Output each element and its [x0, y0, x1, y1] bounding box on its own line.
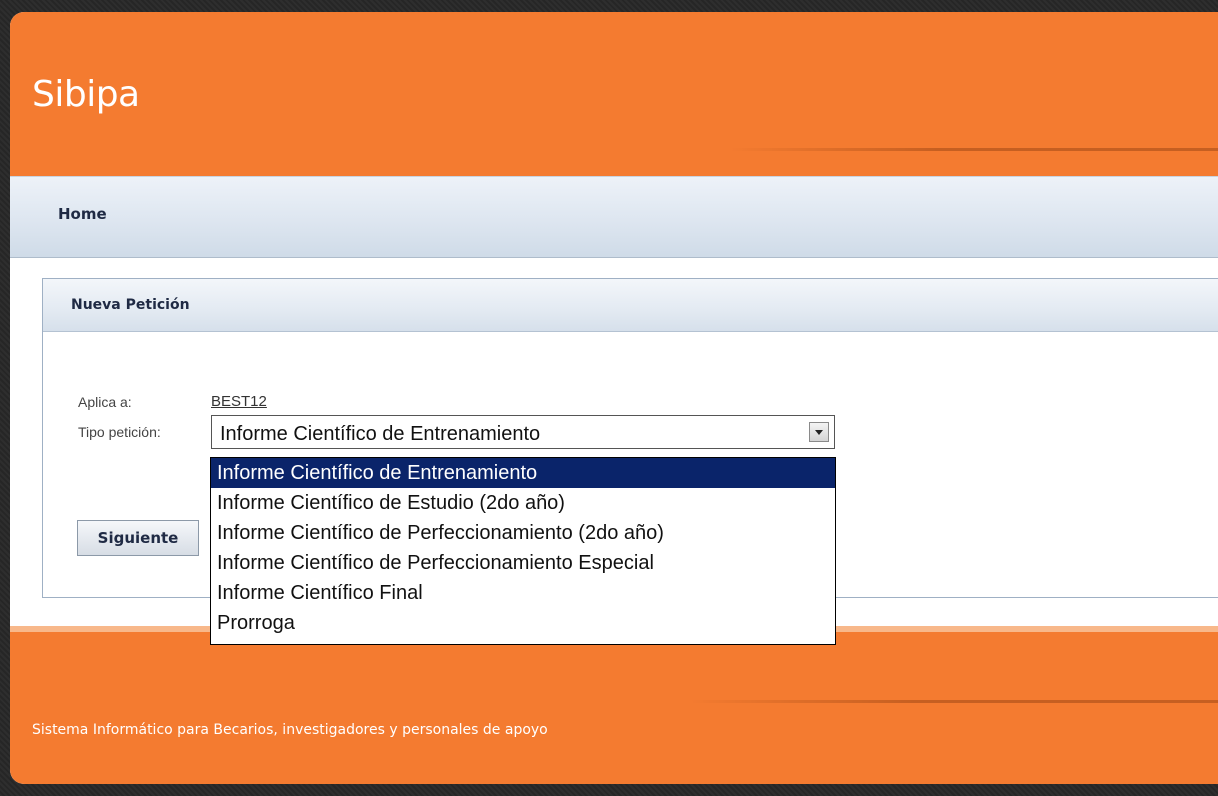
header-divider [730, 148, 1218, 151]
next-button[interactable]: Siguiente [77, 520, 199, 556]
tipo-label: Tipo petición: [78, 424, 161, 440]
tipo-select[interactable]: Informe Científico de Entrenamiento [211, 415, 835, 449]
tipo-option[interactable]: Informe Científico de Estudio (2do año) [211, 488, 835, 518]
app-title: Sibipa [32, 74, 140, 115]
panel-title: Nueva Petición [71, 297, 190, 313]
tipo-option[interactable]: Informe Científico de Entrenamiento [211, 458, 835, 488]
tipo-option[interactable]: Informe Científico de Perfeccionamiento … [211, 518, 835, 548]
main-navbar: Home [10, 176, 1218, 258]
tipo-option[interactable]: Informe Científico de Perfeccionamiento … [211, 548, 835, 578]
app-window: Sibipa Home Nueva Petición Aplica a: BES… [10, 12, 1218, 784]
tipo-dropdown-list[interactable]: Informe Científico de Entrenamiento Info… [210, 457, 836, 645]
tipo-option[interactable]: Informe Científico Final [211, 578, 835, 608]
nav-home-link[interactable]: Home [58, 205, 107, 223]
aplica-value-link[interactable]: BEST12 [211, 393, 267, 410]
page-footer: Sistema Informático para Becarios, inves… [10, 626, 1218, 784]
panel-header: Nueva Petición [43, 279, 1218, 332]
aplica-label: Aplica a: [78, 394, 132, 410]
footer-divider [690, 700, 1218, 703]
tipo-option[interactable]: Prorroga [211, 608, 835, 638]
footer-text: Sistema Informático para Becarios, inves… [32, 722, 548, 738]
page-header: Sibipa [10, 12, 1218, 176]
chevron-down-icon[interactable] [809, 422, 829, 442]
tipo-select-value: Informe Científico de Entrenamiento [220, 423, 541, 445]
